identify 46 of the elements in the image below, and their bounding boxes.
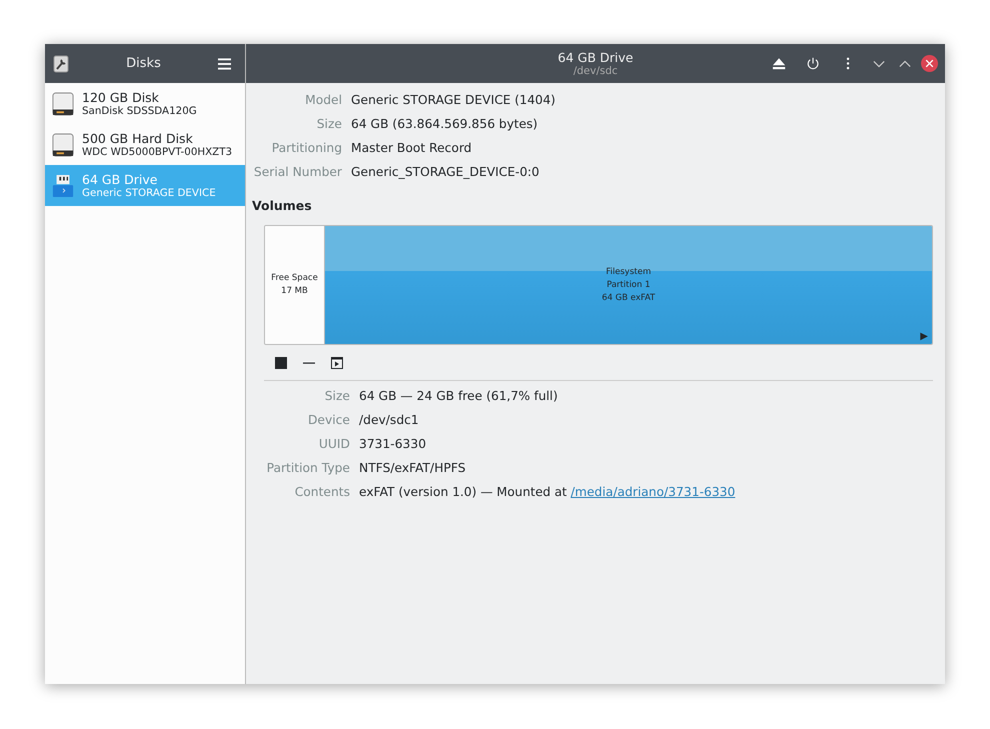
window-subtitle: /dev/sdc (573, 65, 618, 77)
field-value: Master Boot Record (351, 141, 473, 155)
field-value: 64 GB (63.864.569.856 bytes) (351, 117, 539, 131)
segment-label: Free Space 17 MB (271, 272, 318, 298)
field-label: Contents (294, 485, 350, 499)
field-label: Size (324, 389, 350, 403)
field-label: Model (304, 93, 342, 107)
disk-name: 64 GB Drive (82, 172, 158, 187)
field-label: UUID (318, 437, 350, 451)
field-value: Generic_STORAGE_DEVICE-0:0 (351, 165, 540, 179)
field-value: /dev/sdc1 (359, 413, 420, 427)
disk-name: 120 GB Disk (82, 90, 160, 105)
maximize-icon[interactable] (899, 60, 911, 68)
mount-path-link[interactable]: /media/adriano/3731-6330 (570, 485, 736, 499)
disk-model: Generic STORAGE DEVICE (82, 187, 216, 199)
field-label: Device (306, 413, 350, 427)
close-icon[interactable] (921, 55, 938, 72)
mounted-indicator: ▶ (920, 331, 928, 342)
field-label: Partitioning (270, 141, 342, 155)
eject-icon[interactable] (772, 57, 786, 70)
window-title: 64 GB Drive (558, 50, 634, 65)
disk-model: SanDisk SDSSDA120G (82, 105, 197, 117)
disk-list-item[interactable]: 120 GB Disk SanDisk SDSSDA120G (45, 83, 245, 124)
power-icon[interactable] (806, 57, 820, 70)
field-label: Size (316, 117, 342, 131)
section-title: Volumes (252, 198, 313, 213)
segment-label: Filesystem Partition 1 64 GB exFAT (602, 266, 656, 304)
field-label: Partition Type (266, 461, 350, 475)
field-value: Generic STORAGE DEVICE (1404) (351, 93, 556, 107)
usb-drive-icon (52, 172, 74, 198)
play-in-box-icon[interactable] (331, 357, 343, 369)
more-options-icon[interactable] (846, 57, 850, 70)
menu-icon[interactable] (218, 58, 231, 70)
minimize-icon[interactable] (873, 60, 885, 68)
partition-segment[interactable]: Filesystem Partition 1 64 GB exFAT ▶ (325, 226, 932, 344)
disk-list-item[interactable]: 500 GB Hard Disk WDC WD5000BPVT-00HXZT3 (45, 124, 245, 165)
field-value: exFAT (version 1.0) — Mounted at /media/adriano/3731-6330 (359, 485, 736, 499)
field-label: Serial Number (252, 165, 342, 179)
disk-model: WDC WD5000BPVT-00HXZT3 (82, 146, 232, 158)
free-space-segment[interactable]: Free Space 17 MB (265, 226, 325, 344)
disk-name: 500 GB Hard Disk (82, 131, 194, 146)
field-value: 3731-6330 (359, 437, 428, 451)
field-value: NTFS/exFAT/HPFS (359, 461, 467, 475)
sidebar-title: Disks (126, 56, 161, 71)
app-icon (53, 54, 69, 72)
field-value: 64 GB — 24 GB free (61,7% full) (359, 389, 559, 403)
